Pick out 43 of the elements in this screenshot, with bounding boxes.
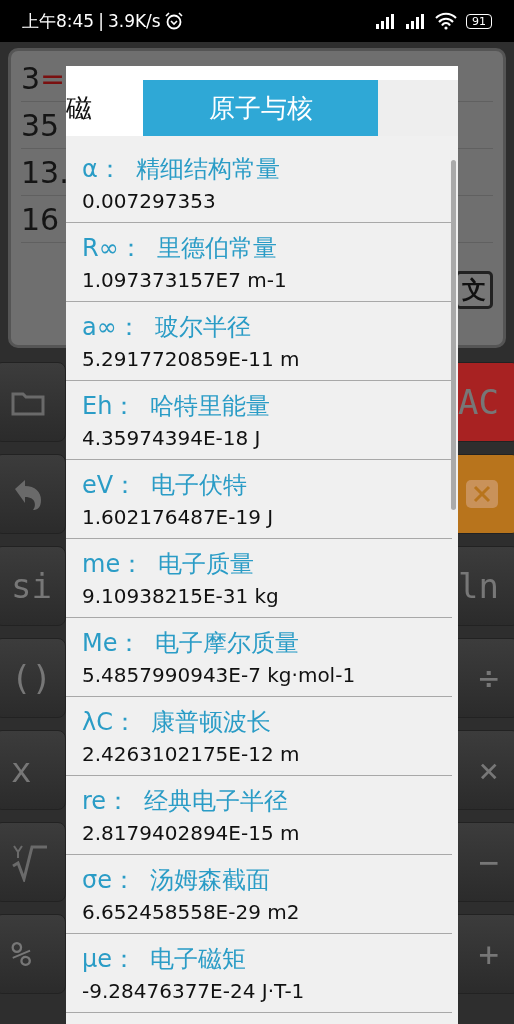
calculator-key[interactable]: () <box>0 638 66 718</box>
constant-name[interactable]: a∞： 玻尔半径 <box>82 311 452 343</box>
folder-key[interactable] <box>0 362 66 442</box>
constant-name[interactable]: me： 电子质量 <box>82 548 452 580</box>
constant-value: -9.28476377E-24 J·T-1 <box>82 979 306 1003</box>
constant-name[interactable]: α： 精细结构常量 <box>82 153 452 185</box>
alarm-icon <box>164 12 183 30</box>
constant-name[interactable]: Eh： 哈特里能量 <box>82 390 452 422</box>
category-tab[interactable]: 磁 <box>66 80 143 136</box>
constant-value: 1.097373157E7 m-1 <box>82 268 288 292</box>
constant-name[interactable]: λC： 康普顿波长 <box>82 706 452 738</box>
delete-icon <box>465 479 499 509</box>
calculator-key[interactable]: % <box>0 914 66 994</box>
battery-indicator: 91 <box>466 13 492 29</box>
constant-value: 1.602176487E-19 J <box>82 505 275 529</box>
network-speed: 3.9K/s <box>107 11 161 31</box>
constant-name[interactable]: Me： 电子摩尔质量 <box>82 627 452 659</box>
constant-value: 5.2917720859E-11 m <box>82 347 301 371</box>
constant-value: 2.8179402894E-15 m <box>82 821 301 845</box>
constant-value: 0.007297353 <box>82 189 217 213</box>
scrollbar[interactable] <box>451 160 456 510</box>
constant-value: 6.652458558E-29 m2 <box>82 900 301 924</box>
display-line: 16 <box>21 201 60 237</box>
constant-value: 5.4857990943E-7 kg·mol-1 <box>82 663 357 687</box>
undo-key[interactable] <box>0 454 66 534</box>
constant-value: 4.35974394E-18 J <box>82 426 262 450</box>
constant-name[interactable]: eV： 电子伏特 <box>82 469 452 501</box>
calculator-key[interactable]: si <box>0 546 66 626</box>
category-tab[interactable]: 原子与核 <box>143 80 378 136</box>
root-key[interactable] <box>0 822 66 902</box>
constant-value: 2.4263102175E-12 m <box>82 742 301 766</box>
status-time: 上午8:45 <box>22 9 95 33</box>
display-line: 3= <box>21 60 66 96</box>
constant-name[interactable]: R∞： 里德伯常量 <box>82 232 452 264</box>
constant-name[interactable]: μe： 电子磁矩 <box>82 943 452 975</box>
separator: | <box>98 11 104 31</box>
wifi-icon <box>434 12 458 30</box>
constant-value: 9.10938215E-31 kg <box>82 584 280 608</box>
display-line: 13. <box>21 154 69 190</box>
constant-name[interactable]: σe： 汤姆森截面 <box>82 864 452 896</box>
constant-name[interactable]: re： 经典电子半径 <box>82 785 452 817</box>
display-line: 35 <box>21 107 60 143</box>
calculator-key[interactable]: x <box>0 730 66 810</box>
